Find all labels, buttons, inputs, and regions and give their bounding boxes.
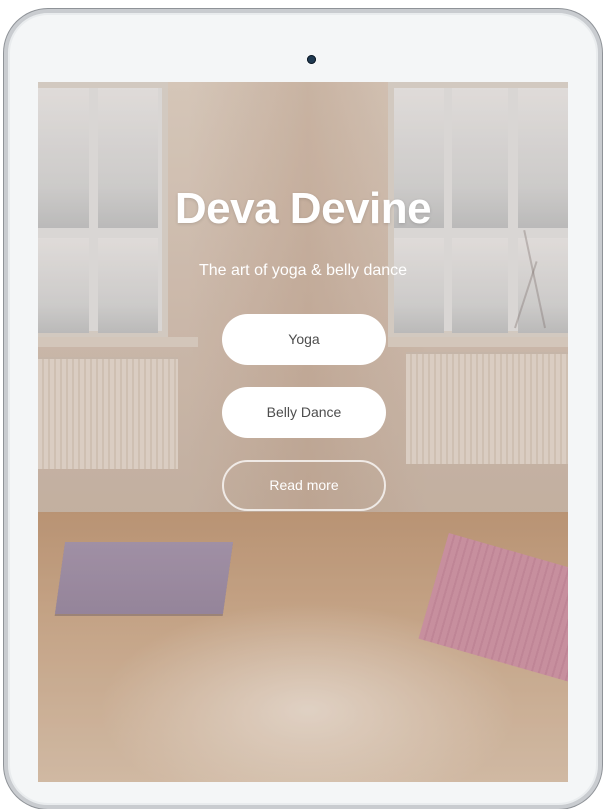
belly-dance-button[interactable]: Belly Dance — [222, 387, 386, 438]
hero-content: Deva Devine The art of yoga & belly danc… — [38, 82, 568, 782]
site-title: Deva Devine — [174, 184, 432, 233]
yoga-button[interactable]: Yoga — [222, 314, 386, 365]
site-tagline: The art of yoga & belly dance — [198, 262, 408, 279]
hero-screen: Deva Devine The art of yoga & belly danc… — [38, 82, 568, 782]
read-more-button[interactable]: Read more — [222, 460, 386, 511]
front-camera — [307, 55, 316, 64]
